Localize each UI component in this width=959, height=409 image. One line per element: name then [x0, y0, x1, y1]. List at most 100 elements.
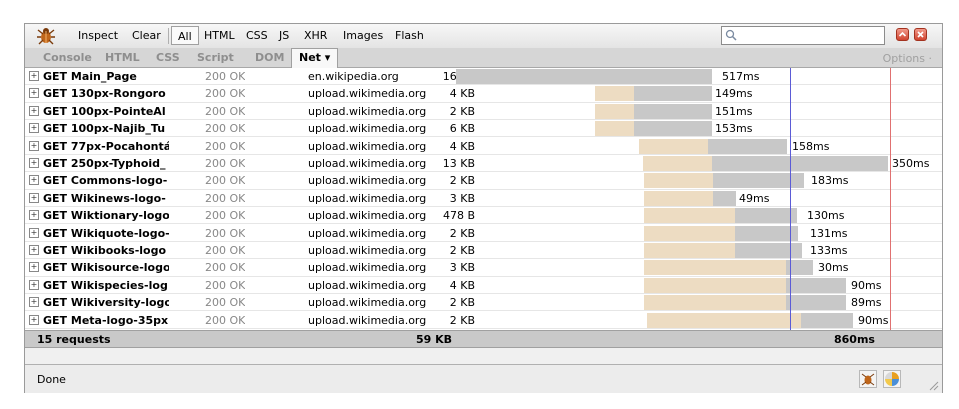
- expand-icon[interactable]: +: [29, 297, 39, 308]
- request-domain: upload.wikimedia.org: [308, 139, 426, 153]
- expand-icon[interactable]: +: [29, 227, 39, 238]
- detach-button[interactable]: [896, 28, 909, 41]
- expand-icon[interactable]: +: [29, 158, 39, 168]
- filter-js[interactable]: JS: [279, 29, 289, 42]
- request-row[interactable]: + GET Wikibooks-logo 200 OK upload.wikimedi…: [25, 242, 942, 260]
- request-url: GET 250px-Typhoid_: [43, 157, 166, 170]
- timeline-receive-bar: [713, 190, 736, 206]
- timeline-receive-bar: [786, 295, 846, 311]
- expand-icon[interactable]: +: [29, 140, 39, 151]
- expand-icon[interactable]: +: [29, 175, 39, 186]
- timeline-wait-bar: [639, 138, 708, 154]
- expand-icon[interactable]: +: [29, 88, 39, 99]
- expand-icon[interactable]: +: [29, 123, 39, 134]
- request-status: 200 OK: [205, 244, 246, 257]
- request-row[interactable]: + GET 100px-Najib_Tu 200 OK upload.wikimedi…: [25, 120, 942, 138]
- filter-flash[interactable]: Flash: [395, 29, 424, 42]
- request-row[interactable]: + GET Wikiquote-logo- 200 OK upload.wikimed…: [25, 225, 942, 242]
- request-url: GET 100px-Najib_Tu: [43, 122, 166, 136]
- request-row[interactable]: + GET 130px-Rongoro 200 OK upload.wikimedia…: [25, 85, 942, 103]
- request-size: 4 KB: [449, 87, 475, 101]
- tab-net[interactable]: Net ▾: [291, 48, 339, 68]
- request-size: 2 KB: [449, 313, 475, 327]
- request-row[interactable]: + GET Wikispecies-log 200 OK upload.wikimed…: [25, 277, 942, 295]
- expand-icon[interactable]: +: [29, 105, 39, 116]
- request-row[interactable]: + GET Commons-logo- 200 OK upload.wikimedia…: [25, 172, 942, 190]
- request-url: GET Main_Page: [43, 70, 137, 83]
- inspect-button[interactable]: Inspect: [78, 29, 118, 42]
- filter-html[interactable]: HTML: [204, 29, 235, 42]
- dom-content-loaded-line: [790, 68, 791, 330]
- timeline-receive-bar: [786, 277, 846, 293]
- request-row[interactable]: + GET Wiktionary-logo 200 OK upload.wikimed…: [25, 207, 942, 225]
- timeline-wait-bar: [644, 277, 786, 293]
- expand-icon[interactable]: +: [29, 71, 39, 81]
- request-time: 151ms: [715, 104, 753, 118]
- request-domain: upload.wikimedia.org: [308, 296, 426, 310]
- request-domain: upload.wikimedia.org: [308, 191, 426, 205]
- request-url: GET Wiktionary-logo: [43, 209, 169, 223]
- expand-icon[interactable]: +: [29, 262, 39, 273]
- request-row[interactable]: +GET Main_Page200 OKen.wikipedia.org16 K…: [25, 68, 942, 86]
- timeline-receive-bar: [708, 138, 787, 154]
- search-input[interactable]: [721, 26, 885, 45]
- request-row[interactable]: + GET Wikinews-logo- 200 OK upload.wikimedi…: [25, 190, 942, 208]
- request-status: 200 OK: [205, 296, 246, 310]
- tab-html[interactable]: HTML: [105, 51, 140, 64]
- request-status: 200 OK: [205, 122, 246, 136]
- expand-icon[interactable]: +: [29, 210, 39, 221]
- timeline-wait-bar: [647, 312, 801, 328]
- yslow-icon: [885, 372, 899, 386]
- timeline-wait-bar: [644, 190, 713, 206]
- resize-grip-icon[interactable]: [927, 379, 939, 391]
- expand-icon[interactable]: +: [29, 314, 39, 325]
- yslow-status-button[interactable]: [883, 370, 901, 388]
- request-status: 200 OK: [205, 261, 246, 275]
- options-menu[interactable]: Options ·: [883, 52, 932, 65]
- request-status: 200 OK: [205, 174, 246, 188]
- request-row[interactable]: + GET Meta-logo-35px 200 OK upload.wikimedi…: [25, 312, 942, 329]
- clear-button[interactable]: Clear: [132, 29, 161, 42]
- firebug-status-button[interactable]: [859, 370, 877, 388]
- request-size: 2 KB: [449, 104, 475, 118]
- expand-icon[interactable]: +: [29, 192, 39, 203]
- request-size: 2 KB: [449, 296, 475, 310]
- request-size: 3 KB: [449, 191, 475, 205]
- request-row[interactable]: + GET 77px-Pocahontá 200 OK upload.wikimedi…: [25, 138, 942, 155]
- tab-dom[interactable]: DOM: [255, 51, 284, 64]
- filter-images[interactable]: Images: [343, 29, 383, 42]
- toolbar-separator: [168, 28, 169, 44]
- filter-css[interactable]: CSS: [246, 29, 268, 42]
- request-domain: upload.wikimedia.org: [308, 261, 426, 275]
- request-row[interactable]: + GET 250px-Typhoid_ 200 OK upload.wikimedi…: [25, 155, 942, 173]
- filter-all[interactable]: All: [171, 26, 199, 45]
- request-row[interactable]: + GET Wikisource-logo 200 OK upload.wikimed…: [25, 259, 942, 277]
- close-button[interactable]: [914, 28, 927, 41]
- summary-row: 15 requests 59 KB 860ms: [25, 330, 942, 348]
- request-url: GET Wikiversity-logo: [43, 296, 169, 310]
- filter-xhr[interactable]: XHR: [304, 29, 327, 42]
- expand-icon[interactable]: +: [29, 245, 39, 255]
- timeline-wait-bar: [644, 225, 735, 241]
- request-size: 3 KB: [449, 261, 475, 275]
- tab-console[interactable]: Console: [43, 51, 92, 64]
- request-url: GET Wikiquote-logo-: [43, 226, 169, 240]
- request-domain: upload.wikimedia.org: [308, 174, 426, 188]
- request-row[interactable]: + GET Wikiversity-logo 200 OK upload.wikime…: [25, 294, 942, 312]
- firebug-icon[interactable]: [35, 26, 57, 46]
- panel-tabs: Console HTML CSS Script DOM Net ▾ Option…: [25, 48, 942, 68]
- request-status: 200 OK: [205, 70, 246, 83]
- request-time: 130ms: [807, 209, 845, 223]
- timeline-receive-bar: [712, 156, 888, 171]
- timeline-wait-bar: [643, 156, 712, 171]
- expand-icon[interactable]: +: [29, 279, 39, 290]
- request-row[interactable]: + GET 100px-PointeAl 200 OK upload.wikimedi…: [25, 103, 942, 121]
- timeline-wait-bar: [644, 208, 735, 224]
- request-domain: upload.wikimedia.org: [308, 87, 426, 101]
- tab-script[interactable]: Script: [197, 51, 234, 64]
- request-domain: upload.wikimedia.org: [308, 104, 426, 118]
- close-icon: [917, 31, 924, 38]
- timeline-wait-bar: [644, 260, 786, 276]
- tab-css[interactable]: CSS: [156, 51, 180, 64]
- request-time: 90ms: [858, 313, 889, 327]
